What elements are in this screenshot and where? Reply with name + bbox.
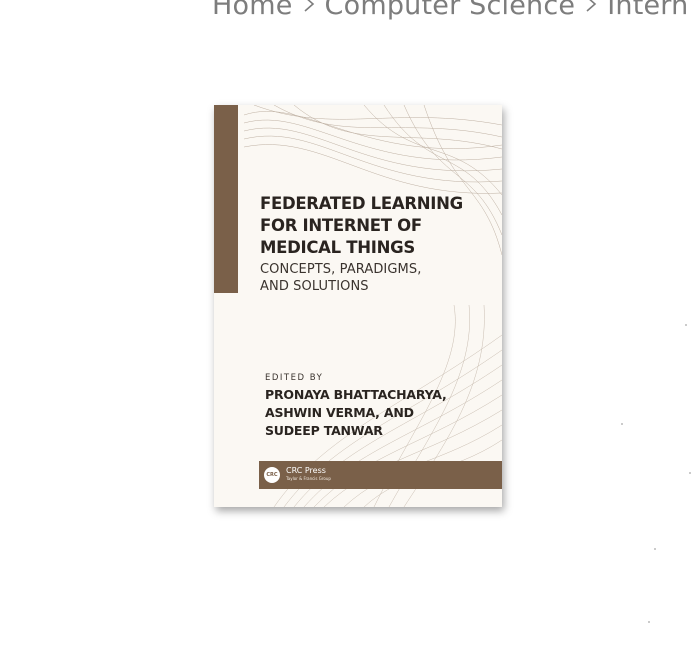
chevron-right-icon [586,0,597,12]
breadcrumb-computer-science-link[interactable]: Computer Science [325,0,576,21]
breadcrumb-current-link[interactable]: Intern [607,0,688,21]
decorative-speck [621,423,623,425]
edited-by-label: EDITED BY [265,373,324,383]
book-authors: PRONAYA BHATTACHARYA, ASHWIN VERMA, AND … [265,387,447,438]
decorative-speck [648,621,650,623]
cover-wave-artwork [243,105,502,507]
breadcrumb-home-link[interactable]: Home [212,0,293,21]
publisher-name: CRC Press [286,466,326,475]
breadcrumb: Home Computer Science Intern [212,0,688,21]
crc-press-logo-icon: CRC [264,467,280,483]
decorative-speck [685,324,687,326]
decorative-speck [654,548,656,550]
decorative-speck [689,472,691,474]
publisher-tagline: Taylor & Francis Group [286,476,331,481]
book-title: FEDERATED LEARNING FOR INTERNET OF MEDIC… [260,194,463,257]
chevron-right-icon [304,0,314,12]
book-cover-image[interactable]: FEDERATED LEARNING FOR INTERNET OF MEDIC… [214,105,502,507]
cover-spine-bar [214,105,238,293]
book-subtitle: CONCEPTS, PARADIGMS, AND SOLUTIONS [260,262,422,294]
